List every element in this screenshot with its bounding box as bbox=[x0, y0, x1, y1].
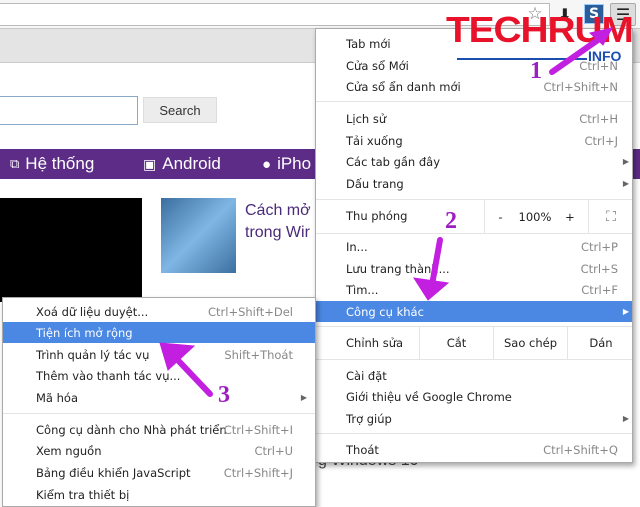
arrow-3-head bbox=[159, 342, 196, 371]
arrow-1 bbox=[549, 32, 608, 75]
step-3-label: 3 bbox=[218, 382, 230, 408]
annotation-arrows bbox=[159, 27, 613, 397]
step-2-label: 2 bbox=[445, 208, 457, 234]
arrow-2-head bbox=[412, 277, 450, 301]
arrow-2 bbox=[429, 237, 443, 288]
step-1-label: 1 bbox=[530, 58, 542, 84]
